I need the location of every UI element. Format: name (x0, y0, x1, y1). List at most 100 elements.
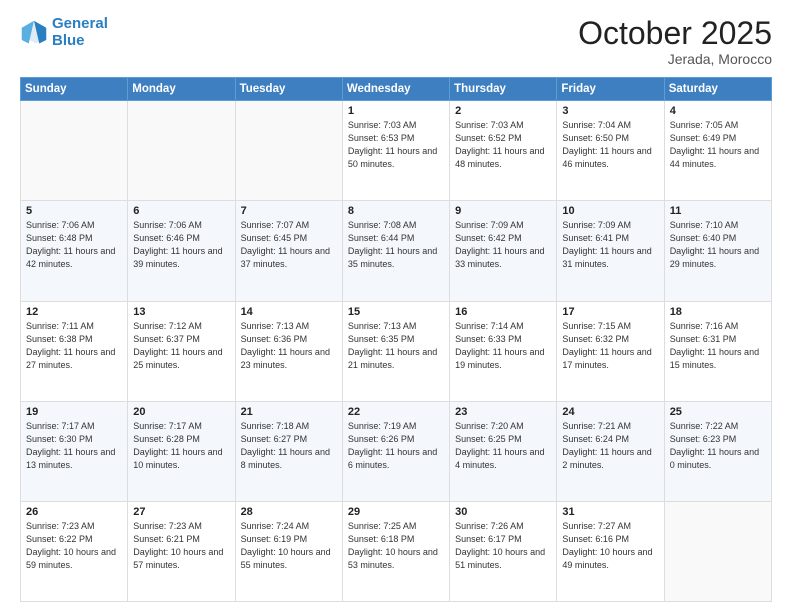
sunrise-text: Sunrise: 7:03 AM (455, 120, 524, 130)
sunset-text: Sunset: 6:48 PM (26, 233, 93, 243)
sunrise-text: Sunrise: 7:25 AM (348, 521, 417, 531)
day-info: Sunrise: 7:07 AM Sunset: 6:45 PM Dayligh… (241, 219, 337, 271)
calendar-header-row: Sunday Monday Tuesday Wednesday Thursday… (21, 78, 772, 101)
table-row: 24 Sunrise: 7:21 AM Sunset: 6:24 PM Dayl… (557, 401, 664, 501)
day-info: Sunrise: 7:17 AM Sunset: 6:30 PM Dayligh… (26, 420, 122, 472)
sunset-text: Sunset: 6:42 PM (455, 233, 522, 243)
table-row: 1 Sunrise: 7:03 AM Sunset: 6:53 PM Dayli… (342, 101, 449, 201)
sunset-text: Sunset: 6:44 PM (348, 233, 415, 243)
col-sunday: Sunday (21, 78, 128, 101)
day-info: Sunrise: 7:13 AM Sunset: 6:35 PM Dayligh… (348, 320, 444, 372)
sunset-text: Sunset: 6:38 PM (26, 334, 93, 344)
table-row (21, 101, 128, 201)
daylight-text: Daylight: 11 hours and 13 minutes. (26, 447, 115, 470)
sunrise-text: Sunrise: 7:12 AM (133, 321, 202, 331)
col-tuesday: Tuesday (235, 78, 342, 101)
sunset-text: Sunset: 6:30 PM (26, 434, 93, 444)
daylight-text: Daylight: 11 hours and 4 minutes. (455, 447, 544, 470)
day-info: Sunrise: 7:16 AM Sunset: 6:31 PM Dayligh… (670, 320, 766, 372)
day-number: 28 (241, 506, 337, 518)
day-number: 29 (348, 506, 444, 518)
logo-icon (20, 19, 48, 47)
daylight-text: Daylight: 10 hours and 59 minutes. (26, 547, 116, 570)
col-friday: Friday (557, 78, 664, 101)
day-info: Sunrise: 7:13 AM Sunset: 6:36 PM Dayligh… (241, 320, 337, 372)
daylight-text: Daylight: 11 hours and 42 minutes. (26, 246, 115, 269)
sunset-text: Sunset: 6:53 PM (348, 133, 415, 143)
table-row: 9 Sunrise: 7:09 AM Sunset: 6:42 PM Dayli… (450, 201, 557, 301)
day-info: Sunrise: 7:23 AM Sunset: 6:22 PM Dayligh… (26, 520, 122, 572)
day-number: 21 (241, 406, 337, 418)
daylight-text: Daylight: 11 hours and 2 minutes. (562, 447, 651, 470)
sunset-text: Sunset: 6:36 PM (241, 334, 308, 344)
day-number: 26 (26, 506, 122, 518)
day-number: 11 (670, 205, 766, 217)
table-row: 22 Sunrise: 7:19 AM Sunset: 6:26 PM Dayl… (342, 401, 449, 501)
day-number: 15 (348, 306, 444, 318)
col-saturday: Saturday (664, 78, 771, 101)
sunrise-text: Sunrise: 7:16 AM (670, 321, 739, 331)
daylight-text: Daylight: 11 hours and 15 minutes. (670, 347, 759, 370)
table-row: 10 Sunrise: 7:09 AM Sunset: 6:41 PM Dayl… (557, 201, 664, 301)
day-number: 22 (348, 406, 444, 418)
sunset-text: Sunset: 6:18 PM (348, 534, 415, 544)
day-number: 16 (455, 306, 551, 318)
col-thursday: Thursday (450, 78, 557, 101)
sunset-text: Sunset: 6:28 PM (133, 434, 200, 444)
day-number: 20 (133, 406, 229, 418)
table-row: 2 Sunrise: 7:03 AM Sunset: 6:52 PM Dayli… (450, 101, 557, 201)
day-info: Sunrise: 7:25 AM Sunset: 6:18 PM Dayligh… (348, 520, 444, 572)
table-row: 20 Sunrise: 7:17 AM Sunset: 6:28 PM Dayl… (128, 401, 235, 501)
table-row: 11 Sunrise: 7:10 AM Sunset: 6:40 PM Dayl… (664, 201, 771, 301)
logo-line2: Blue (52, 32, 85, 49)
day-info: Sunrise: 7:05 AM Sunset: 6:49 PM Dayligh… (670, 119, 766, 171)
table-row: 12 Sunrise: 7:11 AM Sunset: 6:38 PM Dayl… (21, 301, 128, 401)
header: General Blue October 2025 Jerada, Morocc… (20, 16, 772, 67)
table-row (128, 101, 235, 201)
logo-line1: General (52, 15, 108, 32)
sunrise-text: Sunrise: 7:08 AM (348, 220, 417, 230)
table-row: 17 Sunrise: 7:15 AM Sunset: 6:32 PM Dayl… (557, 301, 664, 401)
daylight-text: Daylight: 11 hours and 39 minutes. (133, 246, 222, 269)
daylight-text: Daylight: 11 hours and 37 minutes. (241, 246, 330, 269)
sunset-text: Sunset: 6:32 PM (562, 334, 629, 344)
sunset-text: Sunset: 6:40 PM (670, 233, 737, 243)
table-row: 3 Sunrise: 7:04 AM Sunset: 6:50 PM Dayli… (557, 101, 664, 201)
daylight-text: Daylight: 10 hours and 57 minutes. (133, 547, 223, 570)
calendar-table: Sunday Monday Tuesday Wednesday Thursday… (20, 77, 772, 602)
sunrise-text: Sunrise: 7:14 AM (455, 321, 524, 331)
table-row: 13 Sunrise: 7:12 AM Sunset: 6:37 PM Dayl… (128, 301, 235, 401)
daylight-text: Daylight: 10 hours and 49 minutes. (562, 547, 652, 570)
day-number: 8 (348, 205, 444, 217)
day-info: Sunrise: 7:06 AM Sunset: 6:48 PM Dayligh… (26, 219, 122, 271)
table-row: 14 Sunrise: 7:13 AM Sunset: 6:36 PM Dayl… (235, 301, 342, 401)
day-number: 13 (133, 306, 229, 318)
day-info: Sunrise: 7:19 AM Sunset: 6:26 PM Dayligh… (348, 420, 444, 472)
day-info: Sunrise: 7:08 AM Sunset: 6:44 PM Dayligh… (348, 219, 444, 271)
sunrise-text: Sunrise: 7:04 AM (562, 120, 631, 130)
sunrise-text: Sunrise: 7:27 AM (562, 521, 631, 531)
day-info: Sunrise: 7:10 AM Sunset: 6:40 PM Dayligh… (670, 219, 766, 271)
table-row: 6 Sunrise: 7:06 AM Sunset: 6:46 PM Dayli… (128, 201, 235, 301)
sunrise-text: Sunrise: 7:26 AM (455, 521, 524, 531)
calendar-week-row: 19 Sunrise: 7:17 AM Sunset: 6:30 PM Dayl… (21, 401, 772, 501)
daylight-text: Daylight: 11 hours and 0 minutes. (670, 447, 759, 470)
day-number: 10 (562, 205, 658, 217)
daylight-text: Daylight: 11 hours and 8 minutes. (241, 447, 330, 470)
day-number: 17 (562, 306, 658, 318)
sunrise-text: Sunrise: 7:13 AM (348, 321, 417, 331)
daylight-text: Daylight: 11 hours and 44 minutes. (670, 146, 759, 169)
table-row: 19 Sunrise: 7:17 AM Sunset: 6:30 PM Dayl… (21, 401, 128, 501)
daylight-text: Daylight: 10 hours and 53 minutes. (348, 547, 438, 570)
sunrise-text: Sunrise: 7:06 AM (26, 220, 95, 230)
daylight-text: Daylight: 11 hours and 27 minutes. (26, 347, 115, 370)
table-row: 16 Sunrise: 7:14 AM Sunset: 6:33 PM Dayl… (450, 301, 557, 401)
day-info: Sunrise: 7:22 AM Sunset: 6:23 PM Dayligh… (670, 420, 766, 472)
location: Jerada, Morocco (578, 51, 772, 67)
day-info: Sunrise: 7:20 AM Sunset: 6:25 PM Dayligh… (455, 420, 551, 472)
sunrise-text: Sunrise: 7:22 AM (670, 421, 739, 431)
title-block: October 2025 Jerada, Morocco (578, 16, 772, 67)
daylight-text: Daylight: 10 hours and 51 minutes. (455, 547, 545, 570)
day-number: 5 (26, 205, 122, 217)
day-number: 14 (241, 306, 337, 318)
